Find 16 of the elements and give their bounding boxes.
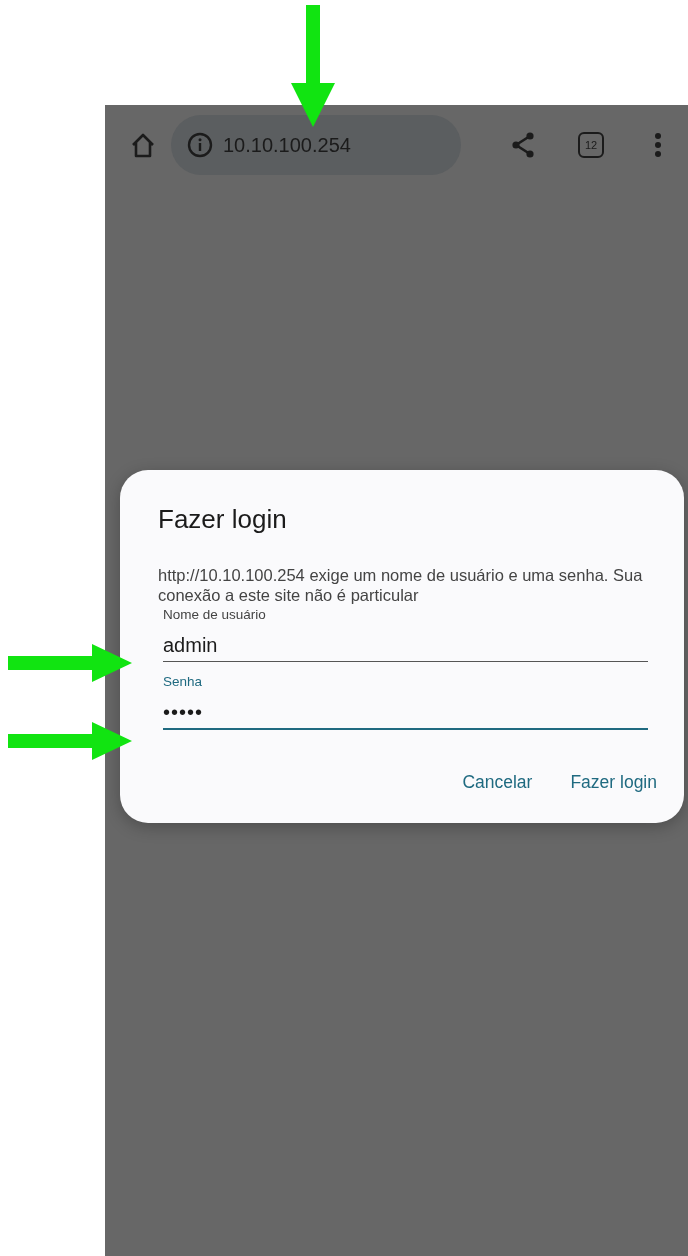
share-icon[interactable] bbox=[510, 131, 536, 159]
url-text: 10.10.100.254 bbox=[223, 133, 351, 157]
arrow-icon bbox=[8, 644, 132, 682]
arrow-icon bbox=[8, 722, 132, 760]
username-label: Nome de usuário bbox=[163, 607, 267, 622]
dialog-message: http://10.10.100.254 exige um nome de usuário e uma senha. Sua conexão a este site não é particular bbox=[158, 565, 644, 605]
cancel-button[interactable]: Cancelar bbox=[462, 770, 533, 795]
password-label: Senha bbox=[163, 674, 204, 689]
menu-icon[interactable] bbox=[654, 132, 662, 158]
tab-count-button[interactable]: 12 bbox=[578, 132, 604, 158]
username-field[interactable]: admin bbox=[163, 634, 648, 662]
info-icon[interactable] bbox=[187, 132, 213, 158]
login-button[interactable]: Fazer login bbox=[570, 770, 657, 795]
arrow-icon bbox=[291, 5, 335, 127]
dialog-title: Fazer login bbox=[158, 504, 288, 535]
password-field[interactable]: ••••• bbox=[163, 701, 648, 730]
